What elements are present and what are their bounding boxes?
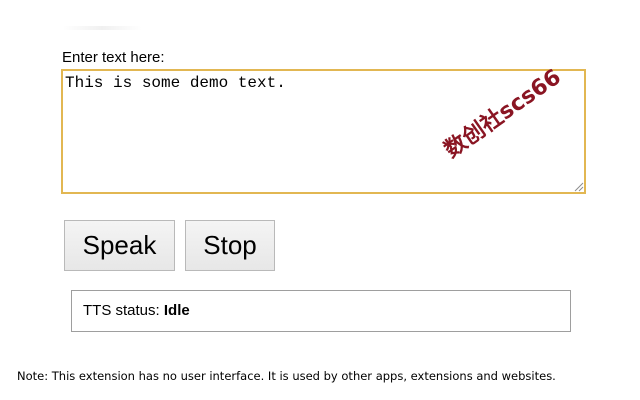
resize-grip-icon[interactable] [573, 181, 584, 192]
stop-button[interactable]: Stop [185, 220, 275, 271]
tts-status-panel: TTS status: Idle [71, 290, 571, 332]
tts-status-value: Idle [163, 302, 190, 319]
text-input-label: Enter text here: [62, 49, 165, 66]
speak-button[interactable]: Speak [64, 220, 175, 271]
text-input-area[interactable]: This is some demo text. [61, 69, 586, 194]
footer-note: Note: This extension has no user interfa… [17, 369, 556, 383]
top-divider-shadow [62, 26, 142, 30]
tts-status-prefix: TTS status: [83, 302, 164, 319]
